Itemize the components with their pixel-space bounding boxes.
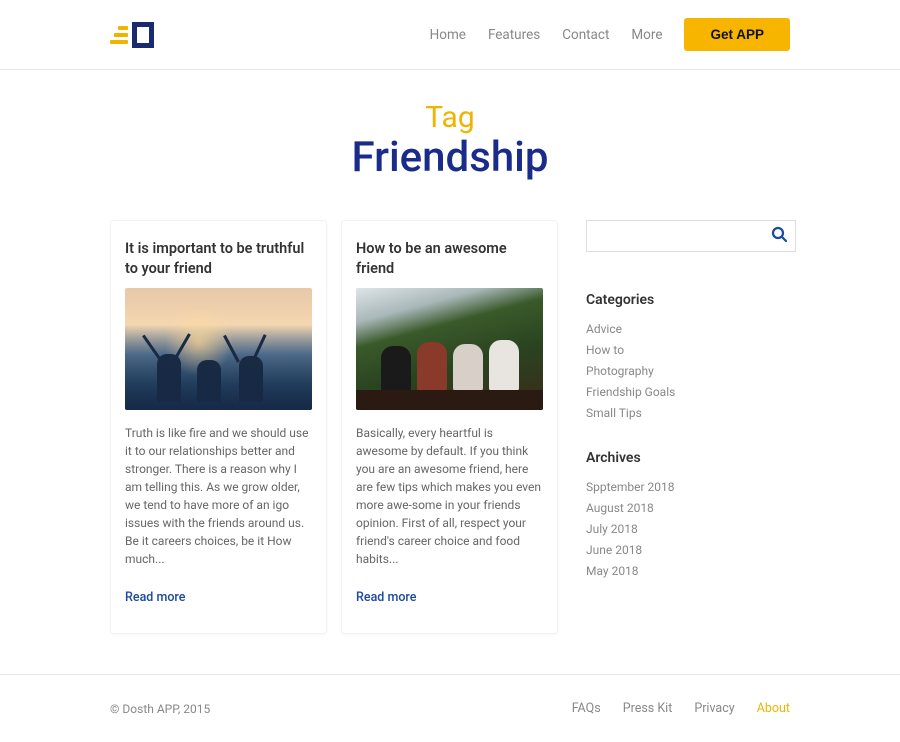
list-item: May 2018 xyxy=(586,564,796,578)
nav-more[interactable]: More xyxy=(631,27,662,43)
archive-link[interactable]: May 2018 xyxy=(586,564,639,578)
category-link[interactable]: How to xyxy=(586,343,624,357)
list-item: Advice xyxy=(586,322,796,336)
list-item: Photography xyxy=(586,364,796,378)
archive-link[interactable]: June 2018 xyxy=(586,543,642,557)
hero: Tag Friendship xyxy=(0,70,900,202)
footer-faqs[interactable]: FAQs xyxy=(572,701,601,716)
main-content: It is important to be truthful to your f… xyxy=(110,220,790,634)
hero-tag-label: Tag xyxy=(0,100,900,135)
archive-link[interactable]: Spptember 2018 xyxy=(586,480,675,494)
post-card: How to be an awesome friend Basically, e… xyxy=(341,220,558,634)
category-link[interactable]: Advice xyxy=(586,322,622,336)
list-item: Spptember 2018 xyxy=(586,480,796,494)
archive-link[interactable]: July 2018 xyxy=(586,522,638,536)
post-title[interactable]: It is important to be truthful to your f… xyxy=(125,239,312,278)
list-item: August 2018 xyxy=(586,501,796,515)
logo-lines-icon xyxy=(110,26,128,44)
footer-press[interactable]: Press Kit xyxy=(623,701,673,716)
footer-links: FAQs Press Kit Privacy About xyxy=(572,701,790,716)
read-more-link[interactable]: Read more xyxy=(356,590,416,605)
read-more-link[interactable]: Read more xyxy=(125,590,185,605)
post-title[interactable]: How to be an awesome friend xyxy=(356,239,543,278)
list-item: Small Tips xyxy=(586,406,796,420)
header: Home Features Contact More Get APP xyxy=(0,0,900,70)
post-thumbnail[interactable] xyxy=(125,288,312,410)
category-link[interactable]: Small Tips xyxy=(586,406,642,420)
search-input[interactable] xyxy=(595,229,771,244)
nav-contact[interactable]: Contact xyxy=(562,27,609,43)
get-app-button[interactable]: Get APP xyxy=(684,18,790,51)
archives-title: Archives xyxy=(586,450,796,466)
nav-home[interactable]: Home xyxy=(430,27,466,43)
search-icon[interactable] xyxy=(771,226,787,246)
logo-square-icon xyxy=(132,22,154,48)
list-item: July 2018 xyxy=(586,522,796,536)
post-thumbnail[interactable] xyxy=(356,288,543,410)
archives-list: Spptember 2018 August 2018 July 2018 Jun… xyxy=(586,480,796,578)
search-box[interactable] xyxy=(586,220,796,252)
category-link[interactable]: Friendship Goals xyxy=(586,385,675,399)
post-excerpt: Basically, every heartful is awesome by … xyxy=(356,424,543,568)
post-card: It is important to be truthful to your f… xyxy=(110,220,327,634)
footer-privacy[interactable]: Privacy xyxy=(694,701,734,716)
archives-block: Archives Spptember 2018 August 2018 July… xyxy=(586,450,796,578)
footer: © Dosth APP, 2015 FAQs Press Kit Privacy… xyxy=(0,674,900,742)
list-item: How to xyxy=(586,343,796,357)
archive-link[interactable]: August 2018 xyxy=(586,501,654,515)
categories-title: Categories xyxy=(586,292,796,308)
footer-about[interactable]: About xyxy=(757,701,790,716)
card-grid: It is important to be truthful to your f… xyxy=(110,220,558,634)
list-item: Friendship Goals xyxy=(586,385,796,399)
categories-list: Advice How to Photography Friendship Goa… xyxy=(586,322,796,420)
copyright: © Dosth APP, 2015 xyxy=(110,702,210,716)
category-link[interactable]: Photography xyxy=(586,364,654,378)
main-nav: Home Features Contact More Get APP xyxy=(430,18,790,51)
categories-block: Categories Advice How to Photography Fri… xyxy=(586,292,796,420)
post-excerpt: Truth is like fire and we should use it … xyxy=(125,424,312,568)
list-item: June 2018 xyxy=(586,543,796,557)
nav-features[interactable]: Features xyxy=(488,27,540,43)
sidebar: Categories Advice How to Photography Fri… xyxy=(586,220,796,608)
logo[interactable] xyxy=(110,22,154,48)
page-title: Friendship xyxy=(0,133,900,182)
